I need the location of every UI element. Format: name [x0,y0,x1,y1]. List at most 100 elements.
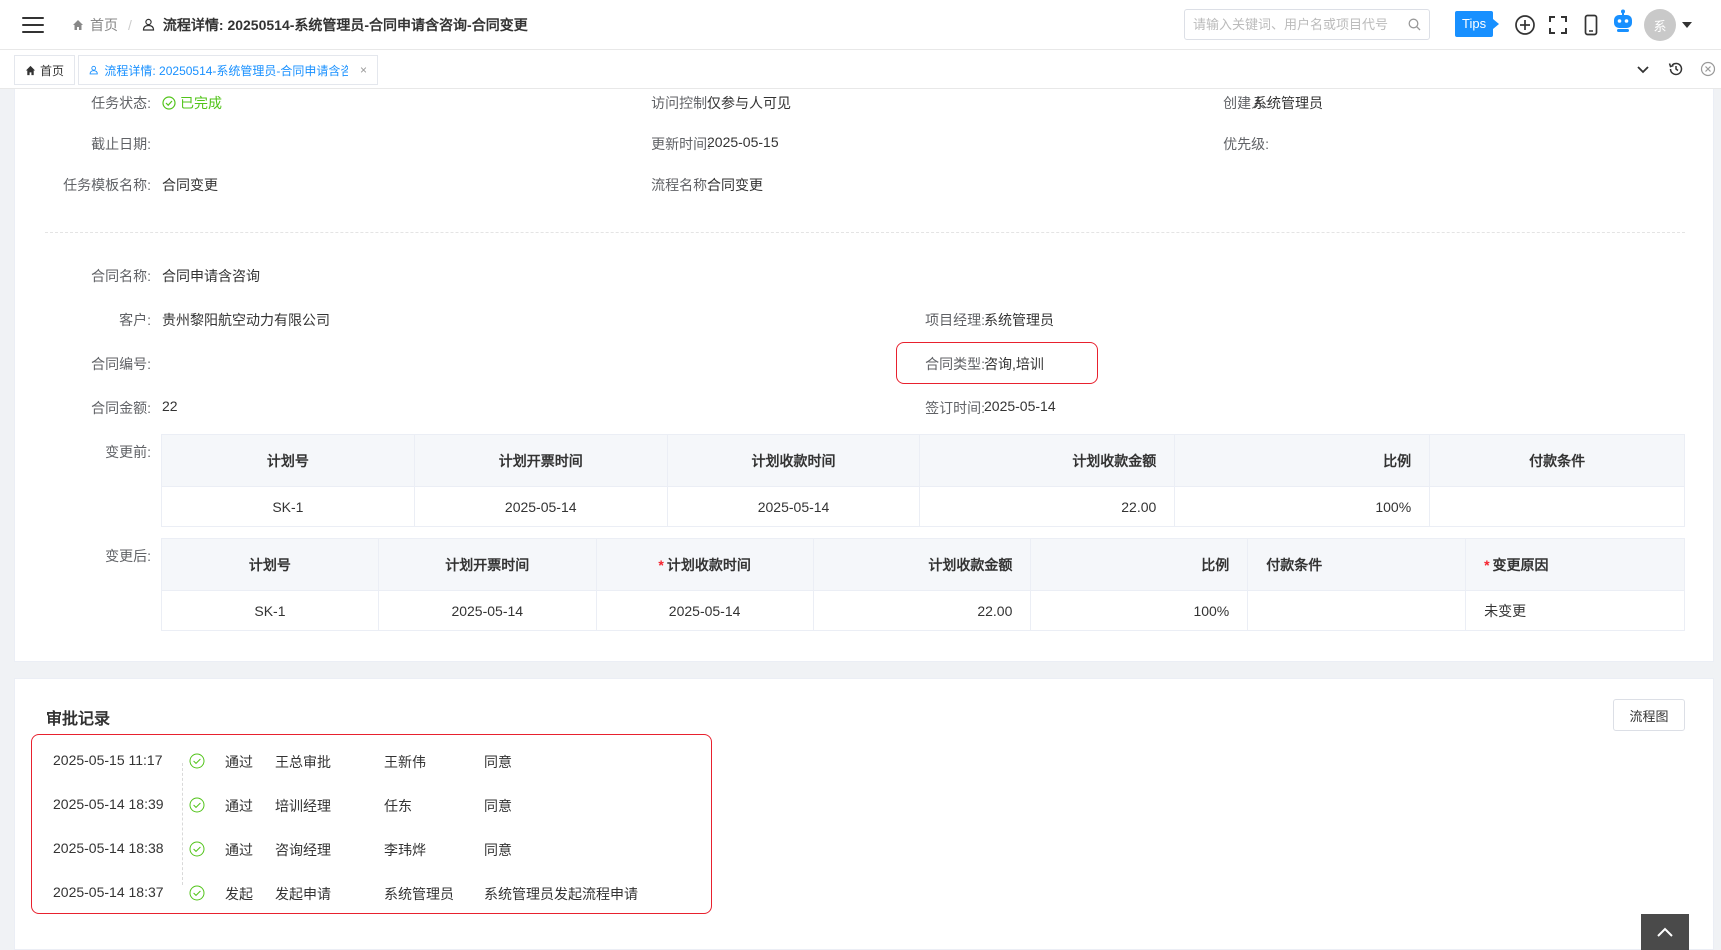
chevron-up-icon [1657,927,1673,937]
approval-record-card: 审批记录 流程图 2025-05-15 11:17 通过 王总审批 王新伟 同意… [14,678,1714,950]
breadcrumb-current: 流程详情: 20250514-系统管理员-合同申请含咨询-合同变更 [142,15,528,35]
after-change-table: 计划号 计划开票时间 * 计划收款时间 计划收款金额 比例 付款条件 * 变更原因 … [161,538,1685,631]
record-action: 通过 [225,842,253,858]
contract-amount-value: 22 [162,398,178,414]
record-time: 2025-05-15 11:17 [53,752,163,768]
signed-date-label: 签订时间: [925,400,985,416]
mobile-icon[interactable] [1578,12,1604,38]
cell-collection-amount: 22.00 [812,590,1032,631]
avatar[interactable]: 系 [1644,9,1676,41]
col-collection-time: * 计划收款时间 [595,538,814,591]
section-divider [45,232,1685,233]
top-header: 首页 / 流程详情: 20250514-系统管理员-合同申请含咨询-合同变更 T… [0,0,1721,50]
updated-time-label: 更新时间: [651,136,711,152]
check-circle-icon [162,96,176,110]
creator-label: 创建人: [1223,95,1269,111]
cell-change-reason: 未变更 [1465,590,1685,631]
record-user: 系统管理员 [384,886,454,902]
cell-payment-terms [1247,590,1467,631]
breadcrumb-home[interactable]: 首页 [72,15,118,35]
breadcrumb-current-label: 流程详情: 20250514-系统管理员-合同申请含咨询-合同变更 [162,16,528,33]
record-action: 通过 [225,798,253,814]
priority-label: 优先级: [1223,136,1269,152]
record-step: 咨询经理 [275,842,331,858]
record-user: 王新伟 [384,754,426,770]
col-collection-time: 计划收款时间 [666,434,921,487]
close-all-icon[interactable] [1697,58,1719,80]
tabs-dropdown-icon[interactable] [1632,58,1654,80]
col-payment-terms: 付款条件 [1247,538,1467,591]
tab-home[interactable]: 首页 [14,55,76,85]
cell-payment-terms [1429,486,1685,527]
tab-home-label: 首页 [40,63,65,78]
tab-close-icon[interactable]: × [360,63,367,77]
before-change-label: 变更前: [105,444,151,460]
record-time: 2025-05-14 18:39 [53,796,164,812]
col-plan-no: 计划号 [161,434,415,487]
search-icon[interactable] [1408,18,1421,31]
cell-plan-no: SK-1 [161,486,415,527]
process-name-value: 合同变更 [707,177,763,193]
after-change-label: 变更后: [105,548,151,564]
record-time: 2025-05-14 18:37 [53,884,164,900]
contract-amount-label: 合同金额: [91,400,151,416]
required-mark: * [658,556,664,573]
task-status-label: 任务状态: [91,95,151,111]
task-status-value: 已完成 [162,93,222,113]
timeline-line [182,763,183,885]
contract-name-label: 合同名称: [91,268,151,284]
table-row: SK-1 2025-05-14 2025-05-14 22.00 100% [161,486,1685,527]
col-collection-amount: 计划收款金额 [919,434,1176,487]
record-step: 王总审批 [275,754,331,770]
check-circle-icon [189,841,205,857]
record-user: 李玮烨 [384,842,426,858]
col-change-reason: * 变更原因 [1465,538,1685,591]
robot-assistant-icon[interactable] [1610,9,1636,35]
fullscreen-icon[interactable] [1545,12,1571,38]
col-invoice-time: 计划开票时间 [413,434,668,487]
project-manager-value: 系统管理员 [984,312,1054,328]
process-detail-card: 任务状态: 已完成 访问控制: 仅参与人可见 创建人: 系统管理员 截止日期: … [14,89,1714,662]
task-template-value: 合同变更 [162,177,218,193]
col-payment-terms: 付款条件 [1429,434,1685,487]
table-header-row: 计划号 计划开票时间 计划收款时间 计划收款金额 比例 付款条件 [161,434,1685,487]
user-icon [89,65,98,75]
search-input[interactable] [1193,17,1408,32]
col-change-reason-label: 变更原因 [1492,556,1549,573]
record-action: 发起 [225,886,253,902]
tab-process-detail[interactable]: 流程详情: 20250514-系统管理员-合同申请含咨询-合同变更 × [78,55,378,85]
check-circle-icon [189,797,205,813]
signed-date-value: 2025-05-14 [984,398,1056,414]
record-step: 发起申请 [275,886,331,902]
task-status-text: 已完成 [180,95,222,111]
col-plan-no: 计划号 [161,538,379,591]
contract-number-label: 合同编号: [91,356,151,372]
check-circle-icon [189,885,205,901]
flow-chart-button[interactable]: 流程图 [1613,699,1685,731]
user-icon [142,18,154,31]
record-user: 任东 [384,798,412,814]
global-search[interactable] [1184,9,1430,40]
cell-collection-time: 2025-05-14 [595,590,814,631]
tab-process-detail-label: 流程详情: 20250514-系统管理员-合同申请含咨询-合同变更 [104,63,348,78]
user-menu-caret-icon[interactable] [1682,22,1692,28]
cell-invoice-time: 2025-05-14 [377,590,597,631]
add-circle-icon[interactable] [1512,12,1538,38]
history-icon[interactable] [1665,58,1687,80]
breadcrumb-separator: / [128,16,132,33]
record-comment: 同意 [484,842,512,858]
before-change-table: 计划号 计划开票时间 计划收款时间 计划收款金额 比例 付款条件 SK-1 20… [161,434,1685,527]
col-collection-time-label: 计划收款时间 [666,556,751,573]
record-action: 通过 [225,754,253,770]
menu-toggle-icon[interactable] [22,16,44,33]
updated-time-value: 2025-05-15 [707,134,779,150]
record-comment: 同意 [484,798,512,814]
cell-plan-no: SK-1 [161,590,379,631]
required-mark: * [1484,556,1490,573]
record-step: 培训经理 [275,798,331,814]
back-to-top-button[interactable] [1641,914,1689,950]
table-header-row: 计划号 计划开票时间 * 计划收款时间 计划收款金额 比例 付款条件 * 变更原因 [161,538,1685,591]
col-ratio: 比例 [1030,538,1249,591]
check-circle-icon [189,753,205,769]
tips-button[interactable]: Tips [1455,11,1500,37]
